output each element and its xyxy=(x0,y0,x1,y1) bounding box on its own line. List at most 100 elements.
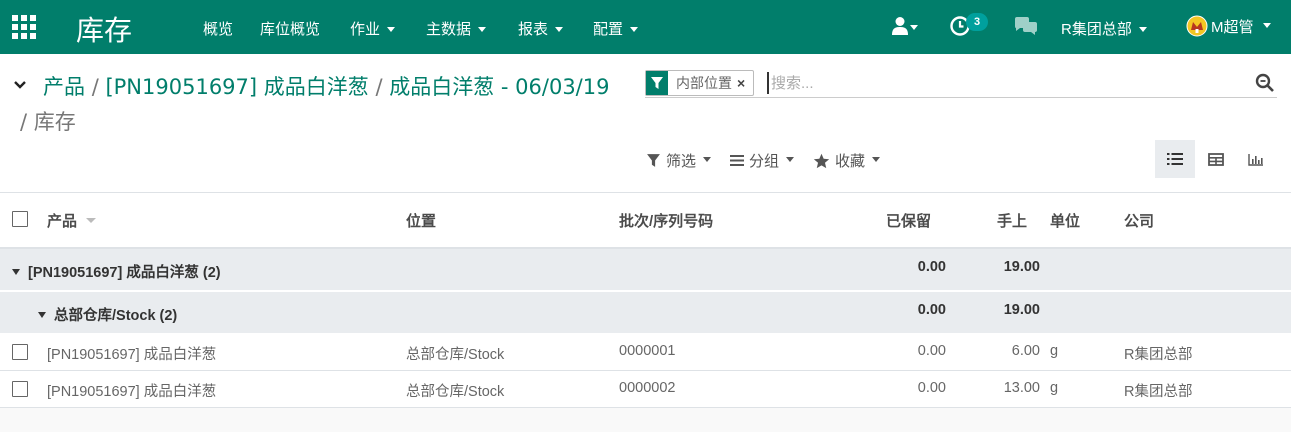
menu-master-data-label: 主数据 xyxy=(426,21,472,38)
breadcrumb-current: / 库存 xyxy=(20,106,76,136)
breadcrumb-item-products[interactable]: 产品 xyxy=(43,75,85,99)
filter-icon xyxy=(646,71,668,95)
filters-label: 筛选 xyxy=(666,153,697,170)
chevron-down-icon xyxy=(387,26,396,32)
group-on-hand: 19.00 xyxy=(1003,302,1040,318)
cell-company: R集团总部 xyxy=(1124,384,1193,400)
table-row[interactable]: [PN19051697] 成品白洋葱 总部仓库/Stock 0000001 0.… xyxy=(0,334,1291,371)
row-checkbox[interactable] xyxy=(12,381,28,397)
breadcrumb-item-lot[interactable]: 成品白洋葱 - 06/03/19 xyxy=(389,75,609,99)
breadcrumb-separator: / xyxy=(20,110,28,134)
cell-company: R集团总部 xyxy=(1124,347,1193,363)
column-header-product-label: 产品 xyxy=(47,213,78,230)
filters-button[interactable]: 筛选 xyxy=(646,150,712,171)
favorites-button[interactable]: 收藏 xyxy=(813,150,881,171)
search-bar: 内部位置 × xyxy=(645,70,1277,98)
group-reserved: 0.00 xyxy=(917,302,946,318)
user-menu[interactable] xyxy=(891,16,918,39)
graph-view-icon xyxy=(1248,153,1263,166)
chevron-down-icon xyxy=(910,25,918,30)
column-header-company[interactable]: 公司 xyxy=(1124,210,1154,231)
activity-badge: 3 xyxy=(966,13,988,31)
bars-icon xyxy=(730,155,744,166)
cell-uom: g xyxy=(1050,380,1059,396)
facet-remove-button[interactable]: × xyxy=(737,75,753,91)
cell-lot: 0000001 xyxy=(619,343,676,359)
messaging-menu[interactable] xyxy=(1013,16,1039,39)
cell-product: [PN19051697] 成品白洋葱 xyxy=(47,384,217,400)
column-header-on-hand[interactable]: 手上 xyxy=(997,210,1027,231)
app-title[interactable]: 库存 xyxy=(76,9,132,49)
group-by-label: 分组 xyxy=(749,153,780,170)
apps-grid-icon[interactable] xyxy=(12,15,36,39)
chevron-down-icon xyxy=(872,157,881,162)
chevron-down-icon[interactable] xyxy=(13,79,27,91)
breadcrumb-item-product[interactable]: [PN19051697] 成品白洋葱 xyxy=(105,75,368,99)
chevron-down-icon xyxy=(630,26,639,32)
chevron-down-icon xyxy=(703,157,712,162)
chevron-down-icon xyxy=(786,157,795,162)
group-label-text: [PN19051697] 成品白洋葱 (2) xyxy=(28,265,221,281)
menu-overview[interactable]: 概览 xyxy=(203,18,233,39)
group-by-button[interactable]: 分组 xyxy=(730,150,795,171)
select-all-checkbox[interactable] xyxy=(12,211,28,227)
caret-down-icon xyxy=(12,268,20,275)
menu-master-data[interactable]: 主数据 xyxy=(426,18,487,39)
breadcrumb-separator: / xyxy=(375,75,383,99)
column-header-reserved[interactable]: 已保留 xyxy=(886,210,931,231)
cell-on-hand: 13.00 xyxy=(1003,380,1040,396)
group-label-text: 总部仓库/Stock (2) xyxy=(54,308,178,324)
cell-reserved: 0.00 xyxy=(917,343,946,359)
search-input[interactable] xyxy=(767,72,1237,94)
column-header-lot[interactable]: 批次/序列号码 xyxy=(619,210,713,231)
caret-down-icon xyxy=(38,311,46,318)
page-title: 库存 xyxy=(33,110,76,134)
table-top-border xyxy=(0,192,1291,193)
menu-configuration-label: 配置 xyxy=(593,21,624,38)
search-facet: 内部位置 × xyxy=(645,70,755,96)
column-header-product[interactable]: 产品 xyxy=(47,210,97,231)
top-navbar: 库存 概览 库位概览 作业 主数据 报表 配置 3 R集团总部 M超管 xyxy=(0,0,1291,54)
search-icon[interactable] xyxy=(1255,73,1275,93)
menu-operations[interactable]: 作业 xyxy=(350,18,396,39)
menu-location-overview[interactable]: 库位概览 xyxy=(260,18,320,39)
avatar-icon xyxy=(1186,15,1208,37)
column-header-uom[interactable]: 单位 xyxy=(1050,210,1080,231)
column-header-location[interactable]: 位置 xyxy=(406,210,436,231)
menu-reporting-label: 报表 xyxy=(518,21,549,38)
table-row[interactable]: [PN19051697] 成品白洋葱 总部仓库/Stock 0000002 0.… xyxy=(0,371,1291,408)
breadcrumb-separator: / xyxy=(91,75,99,99)
facet-value: 内部位置 xyxy=(676,75,732,91)
table-footer-area xyxy=(0,408,1291,432)
list-view-icon xyxy=(1167,153,1183,165)
row-checkbox[interactable] xyxy=(12,344,28,360)
menu-operations-label: 作业 xyxy=(350,21,381,38)
cell-uom: g xyxy=(1050,343,1059,359)
group-row-product[interactable]: [PN19051697] 成品白洋葱 (2) 0.00 19.00 xyxy=(0,249,1291,291)
cell-on-hand: 6.00 xyxy=(1011,343,1040,359)
cell-reserved: 0.00 xyxy=(917,380,946,396)
user-icon xyxy=(892,17,908,35)
chat-icon xyxy=(1015,17,1037,35)
pivot-view-icon xyxy=(1208,152,1224,166)
star-icon xyxy=(813,153,830,168)
user-name: M超管 xyxy=(1211,18,1254,36)
group-reserved: 0.00 xyxy=(917,259,946,275)
sort-caret-icon xyxy=(86,218,97,223)
list-view-button[interactable] xyxy=(1155,140,1195,178)
cell-location: 总部仓库/Stock xyxy=(406,347,505,363)
chevron-down-icon xyxy=(1262,22,1271,28)
chevron-down-icon xyxy=(555,26,564,32)
chevron-down-icon xyxy=(1138,26,1147,32)
group-label: [PN19051697] 成品白洋葱 (2) xyxy=(12,261,221,282)
favorites-label: 收藏 xyxy=(835,153,866,170)
group-label: 总部仓库/Stock (2) xyxy=(38,304,177,325)
graph-view-button[interactable] xyxy=(1236,140,1276,178)
pivot-view-button[interactable] xyxy=(1196,140,1236,178)
user-account-menu[interactable]: M超管 xyxy=(1186,15,1271,37)
menu-configuration[interactable]: 配置 xyxy=(593,18,639,39)
cell-product: [PN19051697] 成品白洋葱 xyxy=(47,347,217,363)
company-switcher[interactable]: R集团总部 xyxy=(1061,18,1147,39)
menu-reporting[interactable]: 报表 xyxy=(518,18,564,39)
group-row-location[interactable]: 总部仓库/Stock (2) 0.00 19.00 xyxy=(0,292,1291,334)
